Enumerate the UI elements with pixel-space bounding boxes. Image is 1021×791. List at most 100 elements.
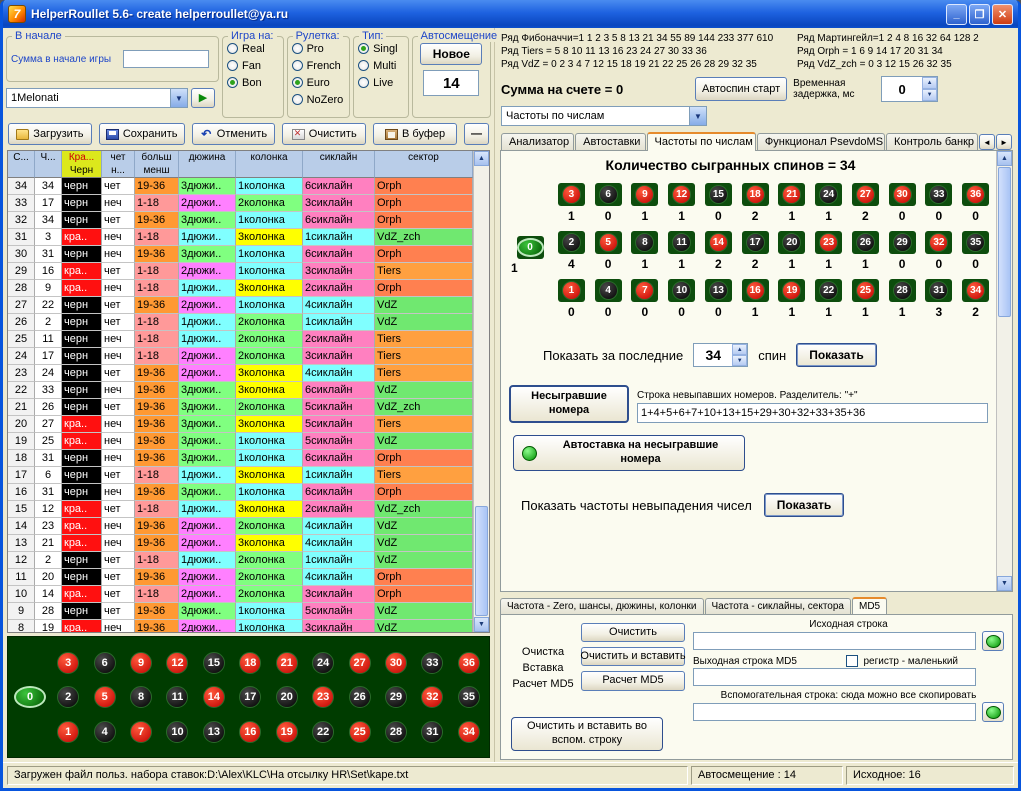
number-chip-32[interactable]: 32 [925, 231, 952, 254]
md5-button-Очистить[interactable]: Очистить [581, 623, 685, 642]
tab-Анализатор[interactable]: Анализатор [501, 133, 574, 150]
table-row[interactable]: 1925кра..неч19-363дюжи..1колонка5сиклайн… [8, 433, 473, 450]
number-chip-6[interactable]: 6 [595, 183, 622, 206]
table-row[interactable]: 819кра..неч19-362дюжи..1колонка3сиклайнV… [8, 620, 473, 632]
register-checkbox[interactable] [846, 655, 858, 667]
table-row[interactable]: 1631черннеч19-363дюжи..1колонка6сиклайнO… [8, 484, 473, 501]
table-row[interactable]: 1423кра..неч19-362дюжи..2колонка4сиклайн… [8, 518, 473, 535]
number-chip-8[interactable]: 8 [123, 686, 159, 708]
number-chip-26[interactable]: 26 [341, 686, 377, 708]
radio-multi[interactable]: Multi [358, 57, 404, 74]
table-row[interactable]: 1831черннеч19-363дюжи..1колонка6сиклайнO… [8, 450, 473, 467]
number-chip-14[interactable]: 14 [705, 231, 732, 254]
number-chip-18[interactable]: 18 [232, 652, 268, 674]
number-chip-7[interactable]: 7 [123, 721, 159, 743]
table-row[interactable]: 928чернчет19-363дюжи..1колонка5сиклайнVd… [8, 603, 473, 620]
table-row[interactable]: 313кра..неч1-181дюжи..3колонка1сиклайнVd… [8, 229, 473, 246]
number-chip-11[interactable]: 11 [159, 686, 195, 708]
radio-live[interactable]: Live [358, 74, 404, 91]
number-chip-6[interactable]: 6 [86, 652, 122, 674]
number-chip-15[interactable]: 15 [705, 183, 732, 206]
table-row[interactable]: 2722чернчет19-362дюжи..1колонка4сиклайнV… [8, 297, 473, 314]
start-sum-input[interactable] [123, 50, 209, 68]
number-chip-34[interactable]: 34 [451, 721, 487, 743]
unplayed-numbers-button[interactable]: Несыгравшие номера [509, 385, 629, 423]
table-row[interactable]: 3317черннеч1-182дюжи..2колонка3сиклайнOr… [8, 195, 473, 212]
show-last-value[interactable]: 34 [694, 344, 732, 366]
number-chip-2[interactable]: 2 [558, 231, 585, 254]
number-chip-9[interactable]: 9 [123, 652, 159, 674]
tabs-scroll-left[interactable]: ◄ [979, 134, 995, 150]
md5-output-input[interactable] [693, 668, 976, 686]
md5-button-Расчет MD5[interactable]: Расчет MD5 [581, 671, 685, 690]
number-chip-33[interactable]: 33 [925, 183, 952, 206]
number-chip-29[interactable]: 29 [378, 686, 414, 708]
table-row[interactable]: 1120чернчет19-362дюжи..2колонка4сиклайнO… [8, 569, 473, 586]
scroll-down-icon[interactable]: ▼ [474, 617, 489, 632]
table-row[interactable]: 2126чернчет19-363дюжи..2колонка5сиклайнV… [8, 399, 473, 416]
md5-aux-input[interactable] [693, 703, 976, 721]
md5-source-led-button[interactable] [982, 631, 1004, 651]
table-row[interactable]: 2916кра..чет1-182дюжи..1колонка3сиклайнT… [8, 263, 473, 280]
number-chip-27[interactable]: 27 [341, 652, 377, 674]
mode-combo[interactable]: Частоты по числам ▼ [501, 106, 707, 126]
table-row[interactable]: 2027кра..неч19-363дюжи..3колонка5сиклайн… [8, 416, 473, 433]
number-chip-9[interactable]: 9 [631, 183, 658, 206]
maximize-button[interactable]: ❐ [969, 4, 990, 25]
number-chip-28[interactable]: 28 [889, 279, 916, 302]
toolbar-button-clipboard[interactable]: В буфер [373, 123, 457, 145]
number-chip-13[interactable]: 13 [705, 279, 732, 302]
scroll-up-icon[interactable]: ▲ [997, 151, 1012, 166]
scroll-thumb[interactable] [475, 506, 488, 616]
radio-bon[interactable]: Bon [227, 74, 279, 91]
number-chip-3[interactable]: 3 [558, 183, 585, 206]
number-chip-25[interactable]: 25 [852, 279, 879, 302]
md5-source-input[interactable] [693, 632, 976, 650]
delay-value[interactable]: 0 [882, 77, 922, 101]
preset-combo[interactable]: 1Melonati ▼ [6, 88, 188, 108]
number-chip-10[interactable]: 10 [159, 721, 195, 743]
number-chip-11[interactable]: 11 [668, 231, 695, 254]
number-chip-24[interactable]: 24 [305, 652, 341, 674]
number-chip-20[interactable]: 20 [269, 686, 305, 708]
md5-aux-led-button[interactable] [982, 702, 1004, 722]
number-chip-35[interactable]: 35 [451, 686, 487, 708]
number-chip-18[interactable]: 18 [742, 183, 769, 206]
tab-Контроль банкр[interactable]: Контроль банкр [886, 133, 978, 150]
show-last-spinner[interactable]: 34 ▲ ▼ [693, 343, 748, 367]
table-scrollbar[interactable]: ▲ ▼ [473, 151, 489, 632]
table-row[interactable]: 2417черннеч1-182дюжи..2колонка3сиклайнTi… [8, 348, 473, 365]
table-row[interactable]: 289кра..неч1-181дюжи..3колонка2сиклайнOr… [8, 280, 473, 297]
number-chip-20[interactable]: 20 [778, 231, 805, 254]
new-button[interactable]: Новое [420, 43, 482, 65]
table-row[interactable]: 2233черннеч19-363дюжи..3колонка6сиклайнV… [8, 382, 473, 399]
radio-french[interactable]: French [292, 57, 346, 74]
chevron-down-icon[interactable]: ▼ [170, 89, 187, 107]
toolbar-button-folder-open[interactable]: Загрузить [8, 123, 92, 145]
spin-down-icon[interactable]: ▼ [922, 89, 937, 101]
radio-pro[interactable]: Pro [292, 40, 346, 57]
tab-Частоты по числам[interactable]: Частоты по числам [647, 132, 756, 151]
table-row[interactable]: 1014кра..чет1-182дюжи..2колонка3сиклайнO… [8, 586, 473, 603]
table-row[interactable]: 2511черннеч1-181дюжи..2колонка2сиклайнTi… [8, 331, 473, 348]
autobet-unplayed-button[interactable]: Автоставка на несыгравшие номера [513, 435, 745, 471]
play-button[interactable]: ▶ [191, 88, 215, 108]
number-chip-31[interactable]: 31 [925, 279, 952, 302]
number-chip-16[interactable]: 16 [742, 279, 769, 302]
radio-nozero[interactable]: NoZero [292, 91, 346, 108]
table-row[interactable]: 1321кра..неч19-362дюжи..3колонка4сиклайн… [8, 535, 473, 552]
table-row[interactable]: 2324чернчет19-362дюжи..3колонка4сиклайнT… [8, 365, 473, 382]
tabs-scroll-right[interactable]: ► [996, 134, 1012, 150]
number-chip-17[interactable]: 17 [232, 686, 268, 708]
toolbar-button-clear[interactable]: Очистить [282, 123, 366, 145]
number-chip-3[interactable]: 3 [50, 652, 86, 674]
radio-singl[interactable]: Singl [358, 40, 404, 57]
close-button[interactable]: ✕ [992, 4, 1013, 25]
number-chip-25[interactable]: 25 [341, 721, 377, 743]
table-row[interactable]: 3434чернчет19-363дюжи..1колонка6сиклайнO… [8, 178, 473, 195]
number-chip-13[interactable]: 13 [196, 721, 232, 743]
radio-real[interactable]: Real [227, 40, 279, 57]
number-chip-zero[interactable]: 0 [517, 236, 544, 259]
number-chip-14[interactable]: 14 [196, 686, 232, 708]
number-chip-8[interactable]: 8 [631, 231, 658, 254]
